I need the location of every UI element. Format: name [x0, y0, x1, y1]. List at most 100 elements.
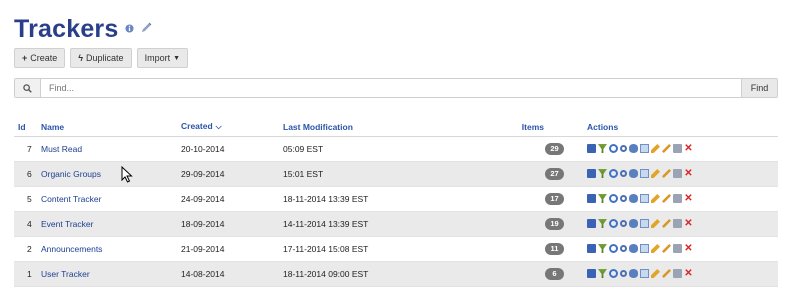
- filter-icon[interactable]: [598, 244, 607, 253]
- save-icon[interactable]: [587, 194, 596, 203]
- search-icon[interactable]: [620, 270, 627, 277]
- delete-icon[interactable]: ✕: [684, 219, 693, 229]
- column-header-items[interactable]: Items: [461, 118, 587, 136]
- delete-icon[interactable]: ✕: [684, 269, 693, 279]
- refresh-icon[interactable]: [609, 269, 618, 278]
- sheet-icon[interactable]: [640, 169, 649, 178]
- toolbar: + Create ϟ Duplicate Import ▼: [14, 48, 189, 68]
- filter-icon[interactable]: [598, 219, 607, 228]
- plus-icon: +: [22, 53, 28, 63]
- items-count-badge: 27: [545, 167, 564, 180]
- view-icon[interactable]: [629, 144, 638, 153]
- view-icon[interactable]: [629, 219, 638, 228]
- column-header-last-modification[interactable]: Last Modification: [283, 118, 461, 136]
- save-icon[interactable]: [587, 269, 596, 278]
- row-last-modification: 14-11-2014 13:39 EST: [283, 218, 369, 229]
- row-name-link[interactable]: Event Tracker: [41, 211, 181, 236]
- view-icon[interactable]: [629, 244, 638, 253]
- pencil-icon[interactable]: [651, 169, 660, 178]
- search-icon[interactable]: [620, 195, 627, 202]
- lock-icon[interactable]: [673, 144, 682, 153]
- row-name-link[interactable]: Content Tracker: [41, 186, 181, 211]
- search-icon[interactable]: [620, 220, 627, 227]
- row-actions: ✕: [587, 186, 778, 211]
- row-last-modification: 17-11-2014 15:08 EST: [283, 243, 369, 254]
- edit-icon[interactable]: [662, 219, 671, 228]
- view-icon[interactable]: [629, 194, 638, 203]
- edit-icon[interactable]: [662, 269, 671, 278]
- import-dropdown-button[interactable]: Import ▼: [136, 48, 189, 68]
- sheet-icon[interactable]: [640, 269, 649, 278]
- find-button[interactable]: Find: [741, 79, 777, 97]
- refresh-icon[interactable]: [609, 244, 618, 253]
- table-row: 1 User Tracker 14-08-2014 18-11-2014 09:00 …: [14, 261, 778, 286]
- column-header-id[interactable]: Id: [14, 118, 41, 136]
- refresh-icon[interactable]: [609, 219, 618, 228]
- search-input[interactable]: [41, 79, 741, 97]
- row-created: 29-09-2014: [181, 168, 225, 179]
- save-icon[interactable]: [587, 144, 596, 153]
- lock-icon[interactable]: [673, 269, 682, 278]
- table-row: 7 Must Read 20-10-2014 05:09 EST 29 ✕: [14, 136, 778, 161]
- delete-icon[interactable]: ✕: [684, 144, 693, 154]
- create-button[interactable]: + Create: [14, 48, 66, 68]
- delete-icon[interactable]: ✕: [684, 244, 693, 254]
- row-id: 5: [27, 193, 32, 204]
- save-icon[interactable]: [587, 244, 596, 253]
- filter-icon[interactable]: [598, 269, 607, 278]
- filter-icon[interactable]: [598, 144, 607, 153]
- pencil-icon[interactable]: [651, 244, 660, 253]
- row-last-modification: 15:01 EST: [283, 168, 324, 179]
- save-icon[interactable]: [587, 169, 596, 178]
- edit-icon[interactable]: [662, 244, 671, 253]
- lock-icon[interactable]: [673, 219, 682, 228]
- items-count-badge: 6: [545, 267, 564, 280]
- duplicate-button[interactable]: ϟ Duplicate: [70, 48, 132, 68]
- search-icon[interactable]: [620, 245, 627, 252]
- refresh-icon[interactable]: [609, 144, 618, 153]
- lock-icon[interactable]: [673, 194, 682, 203]
- refresh-icon[interactable]: [609, 194, 618, 203]
- sheet-icon[interactable]: [640, 194, 649, 203]
- column-header-actions: Actions: [587, 121, 619, 132]
- search-icon[interactable]: [620, 170, 627, 177]
- table-row: 2 Announcements 21-09-2014 17-11-2014 15:08…: [14, 236, 778, 261]
- row-last-modification: 18-11-2014 09:00 EST: [283, 268, 369, 279]
- filter-icon[interactable]: [598, 169, 607, 178]
- save-icon[interactable]: [587, 219, 596, 228]
- pencil-icon[interactable]: [651, 194, 660, 203]
- row-actions: ✕: [587, 161, 778, 186]
- edit-icon[interactable]: [662, 144, 671, 153]
- duplicate-label: Duplicate: [86, 53, 124, 63]
- delete-icon[interactable]: ✕: [684, 169, 693, 179]
- view-icon[interactable]: [629, 269, 638, 278]
- delete-icon[interactable]: ✕: [684, 194, 693, 204]
- column-header-name[interactable]: Name: [41, 118, 181, 136]
- sheet-icon[interactable]: [640, 144, 649, 153]
- sheet-icon[interactable]: [640, 219, 649, 228]
- row-name-link[interactable]: Announcements: [41, 236, 181, 261]
- row-created: 24-09-2014: [181, 193, 225, 204]
- lock-icon[interactable]: [673, 169, 682, 178]
- row-name-link[interactable]: Organic Groups: [41, 161, 181, 186]
- refresh-icon[interactable]: [609, 169, 618, 178]
- search-icon[interactable]: [620, 145, 627, 152]
- pencil-icon[interactable]: [141, 20, 152, 38]
- filter-icon[interactable]: [598, 194, 607, 203]
- edit-icon[interactable]: [662, 169, 671, 178]
- create-label: Create: [30, 53, 58, 63]
- info-icon[interactable]: [125, 20, 135, 38]
- edit-icon[interactable]: [662, 194, 671, 203]
- column-header-created-label: Created: [181, 121, 213, 132]
- pencil-icon[interactable]: [651, 219, 660, 228]
- pencil-icon[interactable]: [651, 269, 660, 278]
- pencil-icon[interactable]: [651, 144, 660, 153]
- column-header-created[interactable]: Created ⌵: [181, 118, 283, 136]
- row-name-link[interactable]: User Tracker: [41, 261, 181, 286]
- lock-icon[interactable]: [673, 244, 682, 253]
- view-icon[interactable]: [629, 169, 638, 178]
- search-bar: Find: [14, 78, 778, 98]
- row-name-link[interactable]: Must Read: [41, 136, 181, 161]
- row-id: 2: [27, 243, 32, 254]
- sheet-icon[interactable]: [640, 244, 649, 253]
